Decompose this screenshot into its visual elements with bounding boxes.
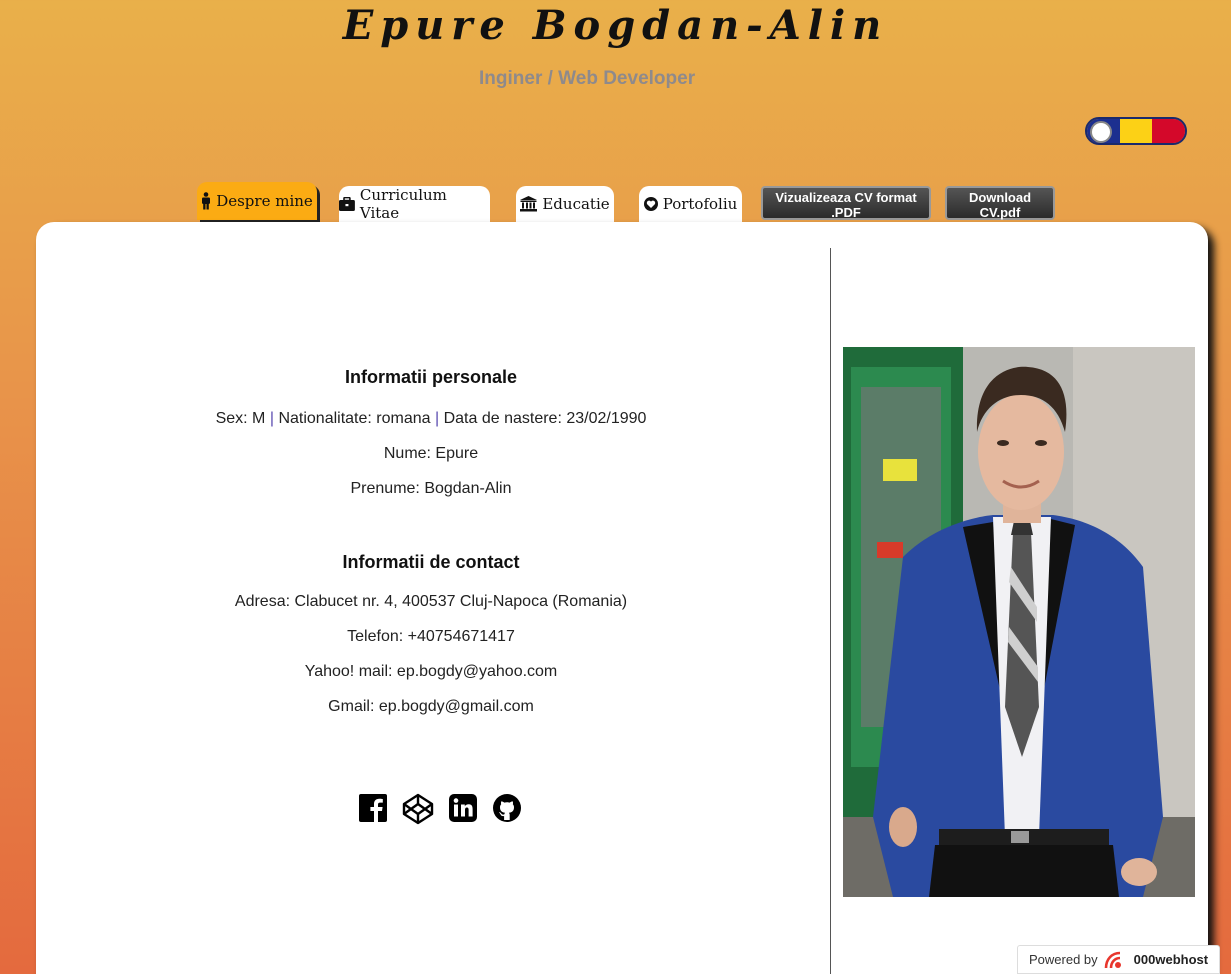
personal-info-section: Informatii personale Sex: M | Nationalit… bbox=[36, 367, 826, 515]
flag-yellow-stripe bbox=[1119, 119, 1153, 143]
tab-label: Curriculum Vitae bbox=[359, 186, 447, 222]
flag-red-stripe bbox=[1152, 119, 1185, 143]
briefcase-icon bbox=[339, 197, 355, 211]
tab-portofoliu[interactable]: Portofoliu bbox=[639, 186, 742, 222]
tab-educatie[interactable]: Educatie bbox=[516, 186, 614, 222]
facebook-icon[interactable] bbox=[358, 793, 388, 829]
separator: | bbox=[269, 410, 274, 427]
gmail-value: Gmail: ep.bogdy@gmail.com bbox=[328, 698, 534, 715]
tab-curriculum-vitae[interactable]: Curriculum Vitae bbox=[339, 186, 490, 222]
download-cv-button[interactable]: Download CV.pdf bbox=[945, 186, 1055, 220]
institution-icon bbox=[520, 196, 538, 212]
tab-despre-mine[interactable]: Despre mine bbox=[197, 182, 317, 220]
powered-by-badge[interactable]: Powered by 000webhost bbox=[1017, 945, 1220, 974]
birthdate-value: Data de nastere: 23/02/1990 bbox=[443, 410, 647, 427]
subtitle: Inginer / Web Developer bbox=[479, 68, 696, 89]
site-title: Epure Bogdan-Alin bbox=[342, 2, 889, 49]
codepen-icon[interactable] bbox=[402, 793, 434, 829]
contact-info-heading: Informatii de contact bbox=[342, 552, 520, 572]
yahoo-mail-value: Yahoo! mail: ep.bogdy@yahoo.com bbox=[304, 663, 558, 680]
address-value: Adresa: Clabucet nr. 4, 400537 Cluj-Napo… bbox=[234, 593, 628, 610]
view-pdf-button[interactable]: Vizualizeaza CV format .PDF bbox=[761, 186, 931, 220]
sex-value: Sex: M bbox=[215, 410, 266, 427]
phone-value: Telefon: +40754671417 bbox=[347, 628, 515, 645]
tab-label: Portofoliu bbox=[662, 195, 738, 213]
profile-photo bbox=[843, 347, 1195, 897]
heart-icon bbox=[643, 197, 658, 211]
linkedin-icon[interactable] bbox=[448, 793, 478, 829]
first-name-value: Prenume: Bogdan-Alin bbox=[350, 480, 512, 497]
000webhost-logo-icon bbox=[1104, 951, 1121, 968]
last-name-value: Nume: Epure bbox=[383, 445, 479, 462]
social-links bbox=[358, 793, 522, 829]
nationality-value: Nationalitate: romana bbox=[278, 410, 431, 427]
language-toggle[interactable] bbox=[1085, 117, 1187, 145]
personal-info-heading: Informatii personale bbox=[344, 367, 518, 387]
contact-info-section: Informatii de contact Adresa: Clabucet n… bbox=[36, 552, 826, 733]
powered-by-brand: 000webhost bbox=[1133, 952, 1209, 967]
toggle-knob bbox=[1090, 121, 1112, 143]
tab-label: Despre mine bbox=[216, 192, 313, 210]
tab-label: Educatie bbox=[542, 195, 610, 213]
github-icon[interactable] bbox=[492, 793, 522, 829]
column-divider bbox=[830, 248, 831, 974]
powered-by-label: Powered by bbox=[1029, 952, 1098, 967]
personal-summary-line: Sex: M | Nationalitate: romana | Data de… bbox=[36, 410, 826, 428]
male-icon bbox=[202, 192, 211, 210]
separator: | bbox=[434, 410, 440, 427]
